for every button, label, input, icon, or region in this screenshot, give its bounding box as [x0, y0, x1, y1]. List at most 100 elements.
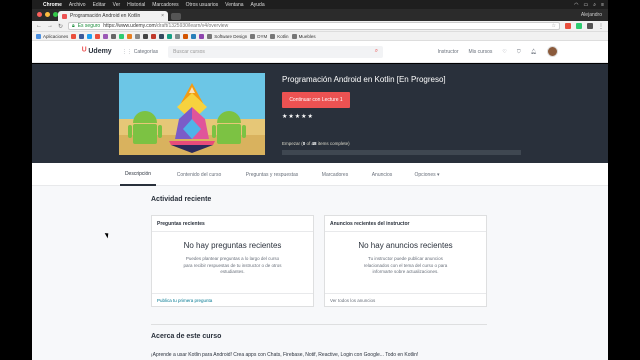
address-bar[interactable]: 🔒︎ Es seguro https://www.udemy.com/draft…	[68, 22, 560, 30]
categories-menu[interactable]: ⋮⋮ Categorías	[122, 49, 158, 55]
bookmark-item[interactable]	[175, 33, 181, 39]
bookmark-item[interactable]	[79, 33, 85, 39]
tab-anuncios[interactable]: Anuncios	[368, 163, 396, 186]
extension-icon[interactable]	[576, 23, 582, 29]
cart-icon[interactable]: ⛉	[517, 49, 521, 55]
bookmark-item[interactable]: DYM	[250, 33, 268, 39]
bookmark-item[interactable]	[143, 33, 149, 39]
menubar-item-ayuda[interactable]: Ayuda	[251, 2, 265, 8]
forward-arrow-icon[interactable]: →	[47, 23, 53, 29]
bookmark-favicon-icon	[127, 33, 133, 39]
bookmark-favicon-icon	[79, 33, 85, 39]
menubar-item-marcadores[interactable]: Marcadores	[152, 2, 178, 8]
chrome-profile-name[interactable]: Alejandro	[581, 12, 602, 18]
course-hero: Programación Android en Kotlin [En Progr…	[32, 64, 608, 163]
back-arrow-icon[interactable]: ←	[36, 23, 42, 29]
tab-descripcion[interactable]: Descripción	[120, 163, 156, 186]
bookmark-item[interactable]: Software Design	[207, 33, 247, 39]
continue-lecture-button[interactable]: Continuar con Lecture 1	[282, 92, 350, 108]
card-header: Anuncios recientes del instructor	[325, 216, 486, 232]
bookmark-item[interactable]	[87, 33, 93, 39]
menubar-item-ver[interactable]: Ver	[113, 2, 121, 8]
url-host: https://www.udemy.com	[103, 23, 156, 29]
menubar-item-ventana[interactable]: Ventana	[225, 2, 243, 8]
bookmark-item[interactable]	[191, 33, 197, 39]
bookmark-item[interactable]	[127, 33, 133, 39]
post-first-question-link[interactable]: Publica tu primera pregunta	[152, 293, 313, 306]
lock-icon: 🔒︎	[72, 23, 75, 29]
wishlist-heart-icon[interactable]: ♡	[502, 49, 506, 55]
search-icon[interactable]: ⌕	[593, 2, 596, 8]
bookmark-item[interactable]	[135, 33, 141, 39]
search-input[interactable]: Buscar cursos ⌕	[168, 45, 384, 58]
wifi-icon[interactable]: ◠	[574, 2, 578, 8]
extension-icon[interactable]	[565, 23, 571, 29]
view-all-announcements-link[interactable]: Ver todos los anuncios	[325, 293, 486, 306]
my-courses-link[interactable]: Mis cursos	[468, 49, 492, 55]
udemy-logo[interactable]: ᵁ Udemy	[82, 46, 112, 57]
bookmark-item[interactable]	[111, 33, 117, 39]
progress-text: Empezar (0 of 48 items complete)	[282, 141, 350, 146]
instructor-announcements-card: Anuncios recientes del instructor No hay…	[324, 215, 487, 307]
battery-icon[interactable]: ▭	[584, 2, 589, 8]
menubar-item-archivo[interactable]: Archivo	[69, 2, 86, 8]
tab-close-icon[interactable]: ×	[161, 13, 164, 19]
bookmark-item[interactable]	[167, 33, 173, 39]
avatar[interactable]	[547, 46, 558, 57]
menu-list-icon[interactable]: ≡	[601, 2, 604, 8]
bookmark-favicon-icon	[143, 33, 149, 39]
rating-stars[interactable]: ★★★★★	[282, 113, 314, 120]
tab-preguntas[interactable]: Preguntas y respuestas	[239, 163, 305, 186]
bookmark-favicon-icon	[175, 33, 181, 39]
reload-icon[interactable]: ↻	[58, 23, 63, 30]
extension-icon[interactable]	[587, 23, 593, 29]
bookmark-item[interactable]	[95, 33, 101, 39]
course-thumbnail[interactable]	[119, 73, 265, 155]
mac-menubar: Chrome Archivo Editar Ver Historial Marc…	[32, 0, 608, 9]
bookmark-item[interactable]	[159, 33, 165, 39]
bookmark-favicon-icon	[151, 33, 157, 39]
bookmark-favicon-icon	[95, 33, 101, 39]
course-title: Programación Android en Kotlin [En Progr…	[282, 75, 446, 84]
bookmark-item[interactable]	[103, 33, 109, 39]
bookmark-star-icon[interactable]: ☆	[552, 23, 556, 29]
bookmark-favicon-icon	[291, 33, 297, 39]
chrome-menu-icon[interactable]: ⋮	[598, 23, 604, 30]
new-tab-button[interactable]	[171, 13, 181, 20]
browser-tab-active[interactable]: Programación Android en Kotlin ×	[58, 11, 168, 21]
about-course-title: Acerca de este curso	[151, 333, 222, 340]
card-empty-title: No hay preguntas recientes	[183, 241, 282, 250]
bookmark-favicon-icon	[159, 33, 165, 39]
bookmark-item[interactable]	[151, 33, 157, 39]
progress-prefix: Empezar (	[282, 141, 303, 146]
bookmark-item[interactable]	[183, 33, 189, 39]
bookmark-item[interactable]	[199, 33, 205, 39]
notifications-bell-icon[interactable]: 🔔︎	[531, 49, 537, 55]
bookmark-label: DYM	[257, 33, 268, 39]
menubar-item-otros-usuarios[interactable]: Otros usuarios	[186, 2, 219, 8]
minimize-window-icon[interactable]	[45, 12, 50, 17]
bookmark-item[interactable]: Muebles	[291, 33, 316, 39]
bookmark-favicon-icon	[250, 33, 256, 39]
menubar-item-historial[interactable]: Historial	[127, 2, 145, 8]
instructor-link[interactable]: Instructor	[438, 49, 459, 55]
bookmark-item[interactable]: Aplicaciones	[36, 33, 68, 39]
bookmark-item[interactable]	[119, 33, 125, 39]
udemy-header: ᵁ Udemy ⋮⋮ Categorías Buscar cursos ⌕ In…	[32, 41, 608, 63]
main-content: Actividad reciente Preguntas recientes N…	[32, 186, 608, 360]
search-icon[interactable]: ⌕	[375, 48, 378, 55]
bookmark-item[interactable]: Kotlin	[270, 33, 289, 39]
tab-opciones[interactable]: Opciones ▾	[410, 163, 444, 186]
close-window-icon[interactable]	[37, 12, 42, 17]
bookmark-favicon-icon	[103, 33, 109, 39]
bookmark-favicon-icon	[199, 33, 205, 39]
tab-marcadores[interactable]: Marcadores	[318, 163, 352, 186]
bookmark-favicon-icon	[270, 33, 276, 39]
browser-tabstrip: Programación Android en Kotlin × Alejand…	[32, 9, 608, 21]
menubar-item-editar[interactable]: Editar	[93, 2, 106, 8]
menubar-app-name[interactable]: Chrome	[43, 2, 62, 8]
bookmarks-bar: Aplicaciones Software Design DYM Kotlin Mueb…	[32, 32, 608, 41]
bookmark-favicon-icon	[87, 33, 93, 39]
bookmark-item[interactable]	[71, 33, 77, 39]
tab-contenido[interactable]: Contenido del curso	[170, 163, 228, 186]
